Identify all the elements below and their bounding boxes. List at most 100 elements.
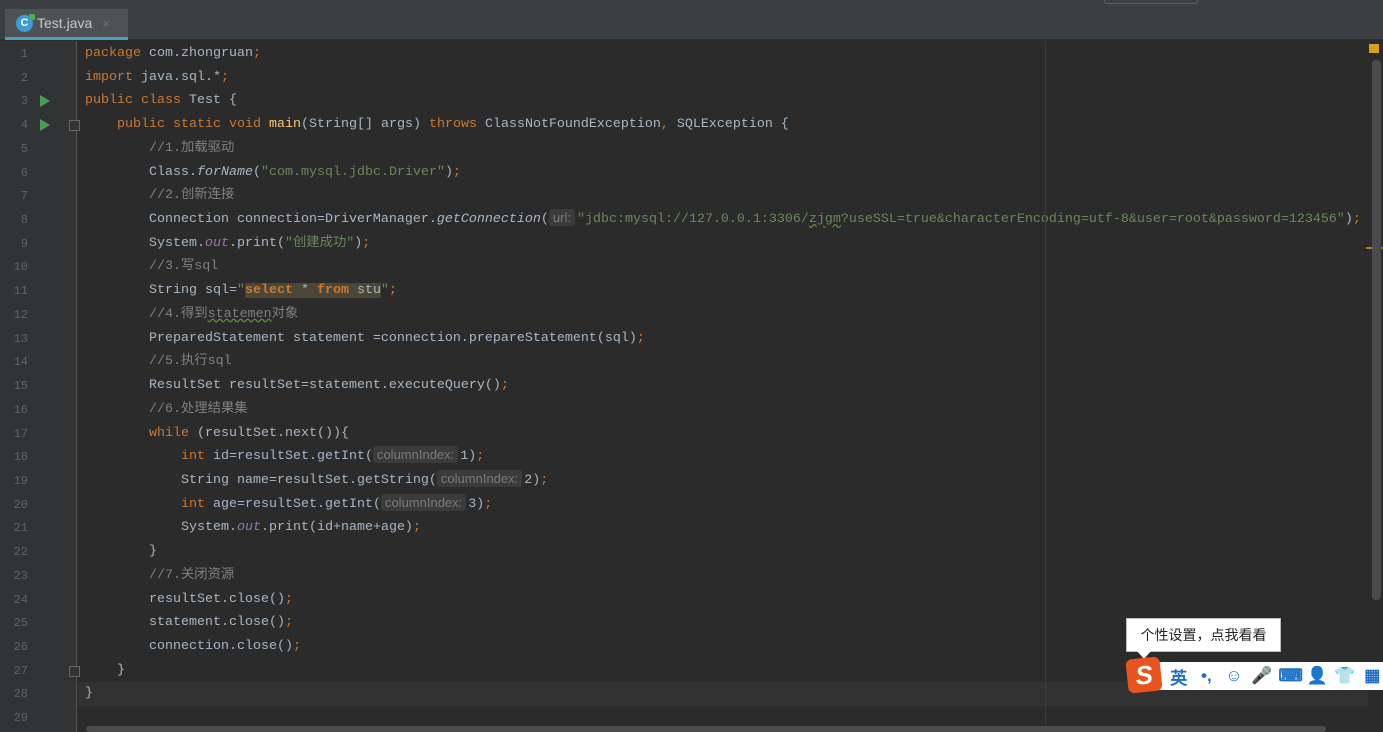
code-line[interactable]: Class.forName("com.mysql.jdbc.Driver"); [78, 161, 1368, 185]
code-token: statemen [207, 306, 272, 322]
close-icon[interactable]: × [102, 16, 110, 31]
code-line[interactable]: //1.加载驱动 [78, 137, 1368, 161]
line-number: 12 [13, 307, 28, 322]
tab-test-java[interactable]: C Test.java × [5, 9, 128, 40]
code-line[interactable]: int age=resultSet.getInt(columnIndex: 3); [78, 493, 1368, 517]
code-token: select [244, 283, 293, 299]
code-token: ; [484, 496, 493, 512]
code-token: from [316, 283, 349, 299]
code-token: ) [1344, 212, 1353, 228]
code-token: java.sql.* [141, 69, 221, 85]
code-token: //2.创新连接 [85, 188, 235, 204]
code-token: "jdbc:mysql://127.0.0.1:3306/ [576, 212, 809, 228]
code-token: getConnection [436, 212, 541, 228]
microphone-icon[interactable]: 🎤 [1251, 666, 1273, 686]
code-token: String name=resultSet.getString( [85, 472, 437, 488]
line-number: 14 [13, 355, 28, 370]
code-line[interactable]: //5.执行sql [78, 350, 1368, 374]
line-number: 7 [20, 189, 28, 204]
warning-marker[interactable] [1369, 44, 1379, 53]
code-token: 2) [524, 472, 541, 488]
vertical-scrollbar[interactable] [1372, 60, 1381, 600]
code-line[interactable]: ResultSet resultSet=statement.executeQue… [78, 374, 1368, 398]
line-number: 19 [13, 473, 28, 488]
code-line[interactable]: String name=resultSet.getString(columnIn… [78, 469, 1368, 493]
line-number: 4 [20, 118, 28, 133]
code-token: int [85, 496, 213, 512]
line-number: 29 [13, 711, 28, 726]
line-number: 1 [20, 47, 28, 61]
code-line[interactable]: System.out.print("创建成功"); [78, 232, 1368, 256]
code-line[interactable]: while (resultSet.next()){ [78, 422, 1368, 446]
code-token: 3) [468, 496, 485, 512]
code-token: ; [284, 615, 293, 631]
code-token: //5.执行sql [85, 354, 232, 370]
line-number: 13 [13, 331, 28, 346]
code-token: connection.close() [85, 639, 293, 654]
code-token: ; [636, 330, 645, 346]
code-token: .print( [228, 235, 285, 251]
sogou-logo-icon[interactable]: S [1125, 656, 1163, 694]
code-token: int [85, 449, 213, 465]
code-token: ; [412, 520, 421, 536]
toolbar-button[interactable] [1104, 0, 1198, 4]
line-number: 24 [13, 592, 28, 607]
code-line[interactable]: System.out.print(id+name+age); [78, 516, 1368, 540]
keyboard-icon[interactable]: ⌨ [1278, 666, 1303, 686]
toolbox-icon[interactable]: ▦ [1361, 666, 1383, 686]
code-token: String sql= [85, 283, 237, 299]
code-line[interactable]: int id=resultSet.getInt(columnIndex: 1); [78, 445, 1368, 469]
horizontal-scrollbar[interactable] [86, 726, 1326, 732]
code-token: System. [85, 235, 205, 251]
code-line[interactable]: public static void main(String[] args) t… [78, 113, 1368, 137]
code-token: .print(id+name+age) [260, 520, 413, 536]
code-token: //4.得到 [85, 306, 208, 322]
emoji-icon[interactable]: ☺ [1223, 666, 1245, 686]
code-token: "com.mysql.jdbc.Driver" [260, 164, 445, 180]
code-token: } [85, 686, 93, 702]
code-token: 对象 [271, 306, 299, 322]
code-token: age=resultSet.getInt( [212, 496, 381, 512]
run-icon[interactable] [40, 119, 50, 132]
code-token: " [236, 283, 245, 299]
line-number: 11 [13, 284, 28, 299]
tab-label: Test.java [37, 15, 93, 31]
code-line[interactable]: public class Test { [78, 89, 1368, 113]
code-token: public class [85, 93, 189, 109]
code-line[interactable]: import java.sql.*; [78, 66, 1368, 90]
code-token: , [660, 117, 677, 133]
code-line[interactable]: //6.处理结果集 [78, 398, 1368, 422]
code-line[interactable]: //3.写sql [78, 255, 1368, 279]
code-token: SQLException { [676, 117, 789, 133]
parameter-hint: columnIndex: [372, 446, 459, 464]
code-token: ( [540, 212, 549, 228]
code-token: ; [252, 46, 261, 61]
code-line[interactable]: //7.关闭资源 [78, 564, 1368, 588]
code-line[interactable]: Connection connection=DriverManager.getC… [78, 208, 1368, 232]
english-mode-icon[interactable]: 英 [1168, 664, 1190, 689]
code-line[interactable]: String sql="select * from stu"; [78, 279, 1368, 303]
line-number: 6 [20, 165, 28, 180]
line-number: 3 [20, 94, 28, 109]
right-margin-guide [1045, 41, 1046, 732]
code-line[interactable]: package com.zhongruan; [78, 42, 1368, 66]
skin-icon[interactable]: 👕 [1334, 666, 1356, 686]
code-line[interactable]: } [78, 540, 1368, 564]
code-token: throws [428, 117, 485, 133]
code-line[interactable]: //4.得到statemen对象 [78, 303, 1368, 327]
line-number: 23 [13, 568, 28, 583]
punctuation-icon[interactable]: •, [1196, 666, 1218, 686]
code-token: ; [452, 164, 461, 180]
run-icon[interactable] [40, 95, 50, 108]
line-number: 26 [13, 640, 28, 654]
editor-tab-bar: C Test.java × [0, 9, 1383, 40]
line-number: 10 [13, 260, 28, 275]
code-line[interactable]: PreparedStatement statement =connection.… [78, 327, 1368, 351]
user-icon[interactable]: 👤 [1306, 666, 1328, 686]
code-token: ResultSet resultSet=statement.executeQue… [85, 378, 501, 394]
code-line[interactable]: //2.创新连接 [78, 184, 1368, 208]
line-number: 8 [20, 213, 28, 228]
code-token: statement.close() [85, 615, 285, 631]
code-line[interactable]: resultSet.close(); [78, 588, 1368, 612]
